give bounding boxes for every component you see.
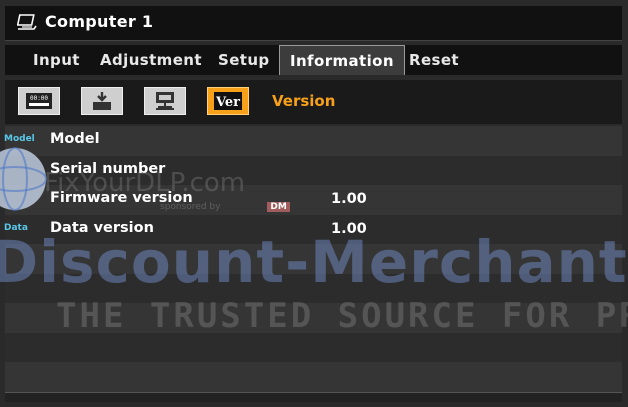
current-subtab-label: Version: [272, 92, 336, 110]
computer-input-icon: [17, 14, 37, 30]
empty-row: [5, 303, 622, 333]
tab-setup[interactable]: Setup: [208, 45, 280, 75]
info-row-serial-number: Serial number: [5, 155, 622, 185]
source-icon: [93, 92, 111, 110]
info-row-data-version: Data Data version 1.00: [4, 214, 622, 244]
usage-time-glyph: 00:00: [30, 95, 48, 102]
row-label: Data version: [50, 219, 154, 236]
data-tag-icon: Data: [4, 222, 28, 233]
row-value: 1.00: [331, 220, 367, 237]
footer-bar: [5, 392, 622, 402]
tab-reset[interactable]: Reset: [399, 45, 469, 75]
usage-time-button[interactable]: 00:00: [18, 87, 60, 115]
info-row-model: Model Model: [4, 126, 622, 156]
empty-row: [5, 273, 622, 303]
row-label: Model: [50, 131, 100, 147]
information-list: Model Model Serial number Firmware versi…: [4, 126, 622, 392]
usage-time-icon: 00:00: [26, 93, 52, 109]
info-row-firmware-version: Firmware version 1.00: [5, 185, 622, 215]
row-label: Firmware version: [50, 190, 193, 206]
projector-osd-menu: Computer 1 Input Adjustment Setup Inform…: [0, 0, 628, 407]
version-glyph: Ver: [215, 95, 240, 110]
empty-row: [5, 244, 622, 274]
row-value: 1.00: [331, 191, 367, 207]
tab-adjustment[interactable]: Adjustment: [90, 45, 212, 75]
row-label: Serial number: [50, 160, 166, 177]
version-icon: Ver: [214, 92, 242, 110]
empty-row: [5, 362, 622, 392]
empty-row: [5, 332, 622, 362]
window-title: Computer 1: [45, 12, 154, 31]
lan-icon: [156, 92, 174, 110]
version-button[interactable]: Ver: [207, 87, 249, 115]
menu-tabs: Input Adjustment Setup Information Reset: [5, 45, 622, 75]
tab-input[interactable]: Input: [23, 45, 90, 75]
tab-information[interactable]: Information: [279, 45, 405, 75]
source-button[interactable]: [81, 87, 123, 115]
model-tag-icon: Model: [4, 134, 35, 144]
lan-button[interactable]: [144, 87, 186, 115]
title-bar: Computer 1: [5, 6, 622, 41]
